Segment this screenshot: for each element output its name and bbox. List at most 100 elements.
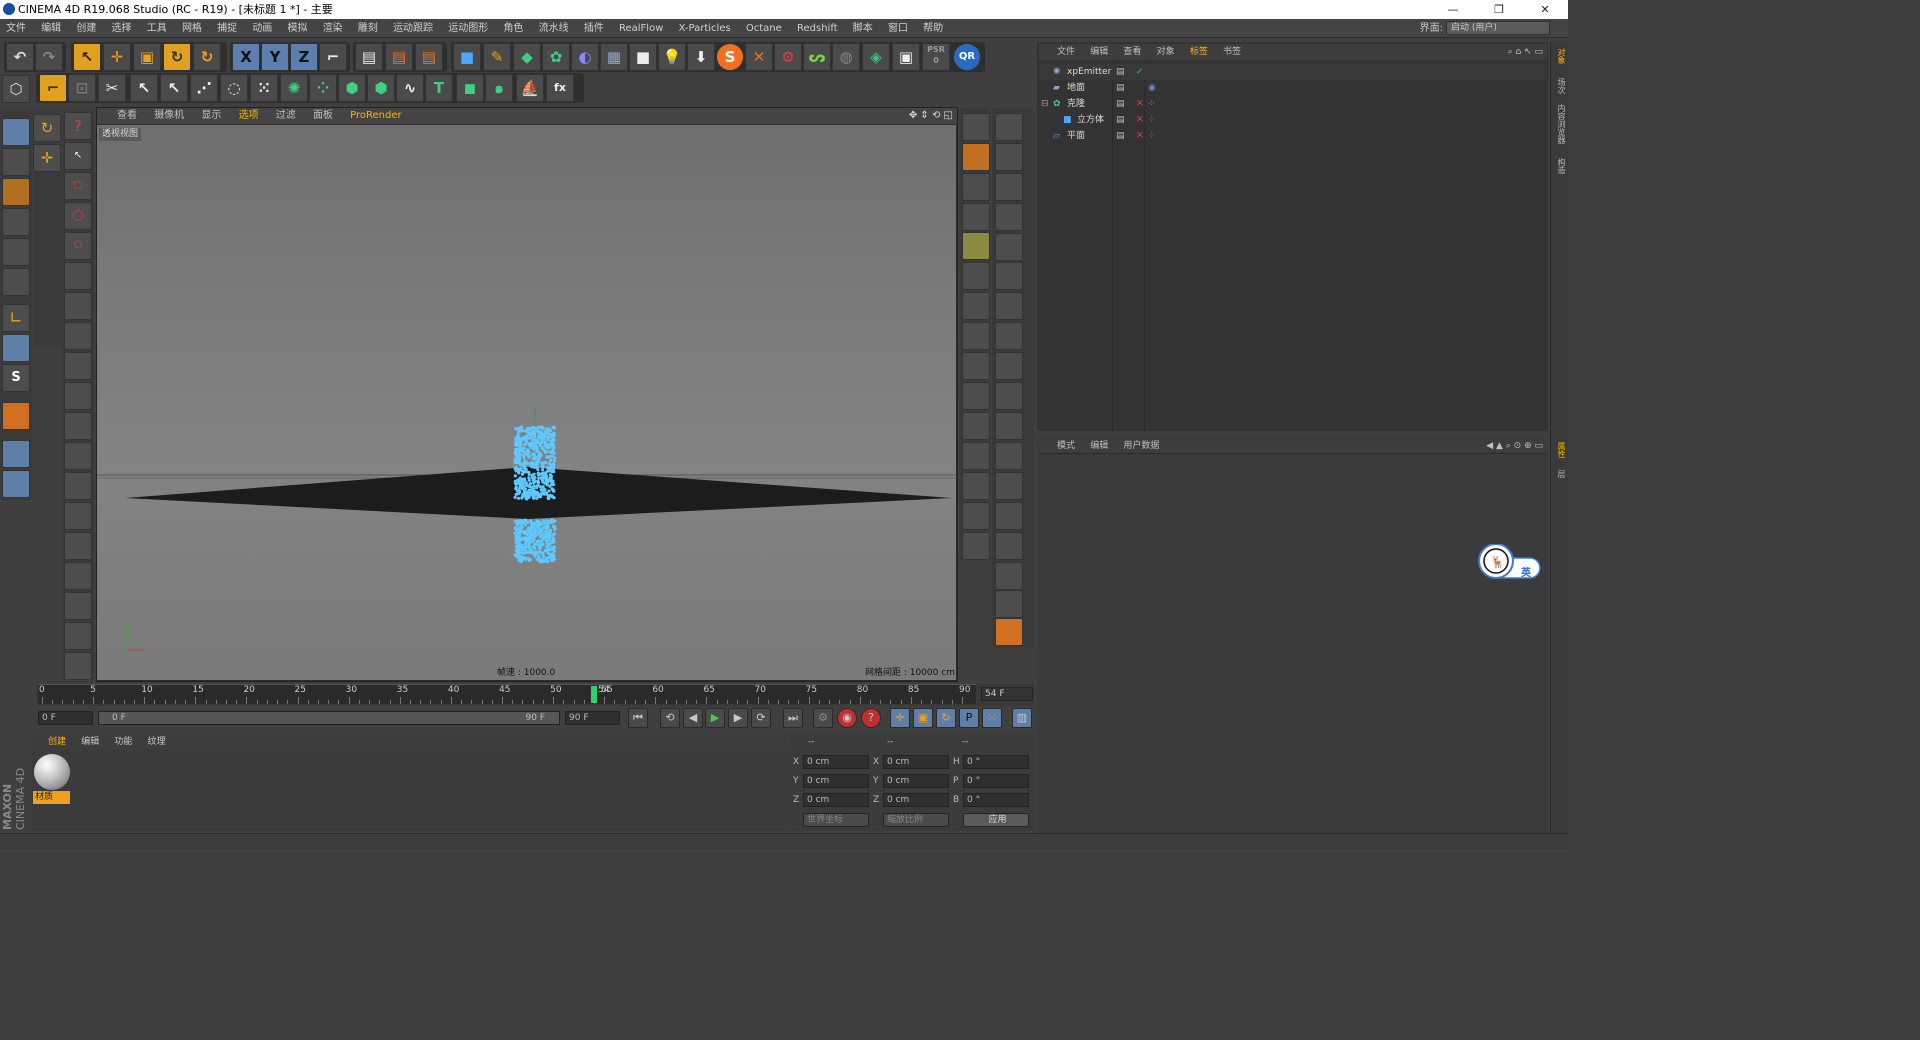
view-tool-icon[interactable]: [962, 173, 990, 201]
brush-icon[interactable]: [64, 412, 92, 440]
vp-menu-panel[interactable]: 面板: [306, 108, 340, 124]
view-tool-icon[interactable]: [962, 352, 990, 380]
menu-script[interactable]: 脚本: [847, 19, 879, 38]
om-search-icons[interactable]: ⌕ ⌂ ↖ ▭: [1508, 44, 1543, 60]
view-tool-icon[interactable]: [962, 262, 990, 290]
vp-menu-cameras[interactable]: 摄像机: [147, 108, 191, 124]
mograph-matrix-icon[interactable]: ⁘: [309, 74, 337, 102]
tweak-mode-icon[interactable]: [2, 334, 30, 362]
om-menu-objects[interactable]: 对象: [1151, 44, 1181, 60]
deformer-tool-icon[interactable]: [995, 472, 1023, 500]
view-tool-icon[interactable]: [962, 412, 990, 440]
effector-icon[interactable]: ⛵: [516, 74, 544, 102]
menu-sculpt[interactable]: 雕刻: [352, 19, 384, 38]
coordinate-system-icon[interactable]: ⌐: [319, 43, 347, 71]
lock-workplane-icon[interactable]: [2, 440, 30, 468]
range-slider[interactable]: 0 F 90 F: [98, 711, 560, 725]
recent-tool-icon[interactable]: ↻: [193, 43, 221, 71]
render-view-icon[interactable]: ▤: [355, 43, 383, 71]
poly-select-icon[interactable]: ⬠: [64, 232, 92, 260]
vp-menu-display[interactable]: 显示: [194, 108, 228, 124]
modeling-mode-icon[interactable]: ⬡: [2, 75, 30, 103]
layout-select[interactable]: 启动 (用户): [1446, 21, 1550, 35]
om-menu-view[interactable]: 查看: [1117, 44, 1147, 60]
material-name[interactable]: 材质: [33, 791, 70, 804]
pen-icon[interactable]: ✎: [483, 43, 511, 71]
octane-icon[interactable]: ◈: [862, 43, 890, 71]
array-dots-icon-2[interactable]: [64, 472, 92, 500]
snap-magnet-icon[interactable]: [2, 402, 30, 430]
solo-mode-icon[interactable]: S: [2, 364, 30, 392]
deformer-icon[interactable]: ◐: [571, 43, 599, 71]
key-position-icon[interactable]: ✛: [890, 708, 910, 728]
view-tool-icon[interactable]: [962, 203, 990, 231]
deformer-tool-icon[interactable]: [995, 502, 1023, 530]
select-arrow-icon[interactable]: ↖: [64, 142, 92, 170]
menu-file[interactable]: 文件: [0, 19, 32, 38]
edges-mode-icon[interactable]: [2, 238, 30, 266]
pos-x-field[interactable]: 0 cm: [803, 755, 869, 769]
menu-select[interactable]: 选择: [106, 19, 138, 38]
x-axis-lock[interactable]: X: [232, 43, 260, 71]
menu-mesh[interactable]: 网格: [176, 19, 208, 38]
mirror-icon[interactable]: [64, 502, 92, 530]
side-tab-structure[interactable]: 构造: [1553, 158, 1567, 174]
axis-mode-icon[interactable]: ∟: [2, 304, 30, 332]
view-tool-icon[interactable]: [962, 382, 990, 410]
menu-window[interactable]: 窗口: [882, 19, 914, 38]
rot-b-field[interactable]: 0 °: [963, 793, 1029, 807]
disabled-x-icon[interactable]: ✕: [1136, 96, 1144, 112]
goto-end-icon[interactable]: ⏭: [783, 708, 803, 728]
deformer-tool-icon[interactable]: [995, 442, 1023, 470]
object-row-plane[interactable]: ▱ 平面 ▤ ✕ ⁘: [1039, 128, 1547, 144]
xp-drop-icon[interactable]: ⬇: [687, 43, 715, 71]
size-z-field[interactable]: 0 cm: [883, 793, 949, 807]
om-menu-tags[interactable]: 标签: [1184, 44, 1214, 60]
prev-key-icon[interactable]: ⟲: [660, 708, 680, 728]
view-tool-icon[interactable]: [962, 502, 990, 530]
spline-wrap-icon[interactable]: ๑: [485, 74, 513, 102]
next-key-icon[interactable]: ⟳: [751, 708, 771, 728]
deformer-tool-icon[interactable]: [995, 292, 1023, 320]
weld-icon[interactable]: [64, 352, 92, 380]
select-loop-icon[interactable]: ↖: [130, 74, 158, 102]
vp-menu-filter[interactable]: 过滤: [269, 108, 303, 124]
layer-toggle-icon[interactable]: ▤: [1116, 112, 1125, 128]
menu-help[interactable]: 帮助: [917, 19, 949, 38]
bevel-icon[interactable]: [64, 292, 92, 320]
view-tool-icon[interactable]: [962, 532, 990, 560]
grid-dots-icon[interactable]: ⁙: [250, 74, 278, 102]
menu-motion-tracking[interactable]: 运动跟踪: [387, 19, 439, 38]
circle-dots-icon[interactable]: ◌: [220, 74, 248, 102]
object-row-cloner[interactable]: ⊟ ✿ 克隆 ▤ ✕ ⁘: [1039, 96, 1547, 112]
prev-frame-icon[interactable]: ◀: [683, 708, 703, 728]
render-picture-viewer-icon[interactable]: ▤: [385, 43, 413, 71]
key-scale-icon[interactable]: ▣: [913, 708, 933, 728]
object-row-floor[interactable]: ▰ 地面 ▤ ◉: [1039, 80, 1547, 96]
xp-system-icon[interactable]: ⚙: [774, 43, 802, 71]
record-keys-icon[interactable]: ⚙: [813, 708, 833, 728]
points-mode-icon[interactable]: [2, 208, 30, 236]
object-row-xpemitter[interactable]: ✺ xpEmitter ▤ ✓: [1039, 64, 1547, 80]
timeline-playhead[interactable]: [591, 686, 597, 703]
layer-toggle-icon[interactable]: ▤: [1116, 64, 1125, 80]
z-axis-lock[interactable]: Z: [290, 43, 318, 71]
vp-menu-options[interactable]: 选项: [232, 108, 266, 124]
disabled-x-icon[interactable]: ✕: [1136, 128, 1144, 144]
am-menu-mode[interactable]: 模式: [1039, 438, 1081, 454]
tag-icon[interactable]: ⁘: [1148, 112, 1156, 128]
object-row-cube[interactable]: ■ 立方体 ▤ ✕ ⁘: [1039, 112, 1547, 128]
array-dots-icon-4[interactable]: [64, 562, 92, 590]
scale-select[interactable]: 缩放比例: [883, 813, 949, 827]
next-frame-icon[interactable]: ▶: [728, 708, 748, 728]
picture-viewer-icon[interactable]: ▣: [892, 43, 920, 71]
menu-plugins[interactable]: 插件: [578, 19, 610, 38]
s-plugin-icon[interactable]: S: [716, 43, 744, 71]
bridge-icon[interactable]: [64, 322, 92, 350]
extrude-icon[interactable]: [64, 262, 92, 290]
am-menu-user-data[interactable]: 用户数据: [1117, 438, 1165, 454]
pos-y-field[interactable]: 0 cm: [803, 774, 869, 788]
undo-icon[interactable]: ↶: [6, 43, 34, 71]
apply-button[interactable]: 应用: [963, 813, 1029, 827]
close-button[interactable]: ✕: [1522, 0, 1568, 19]
